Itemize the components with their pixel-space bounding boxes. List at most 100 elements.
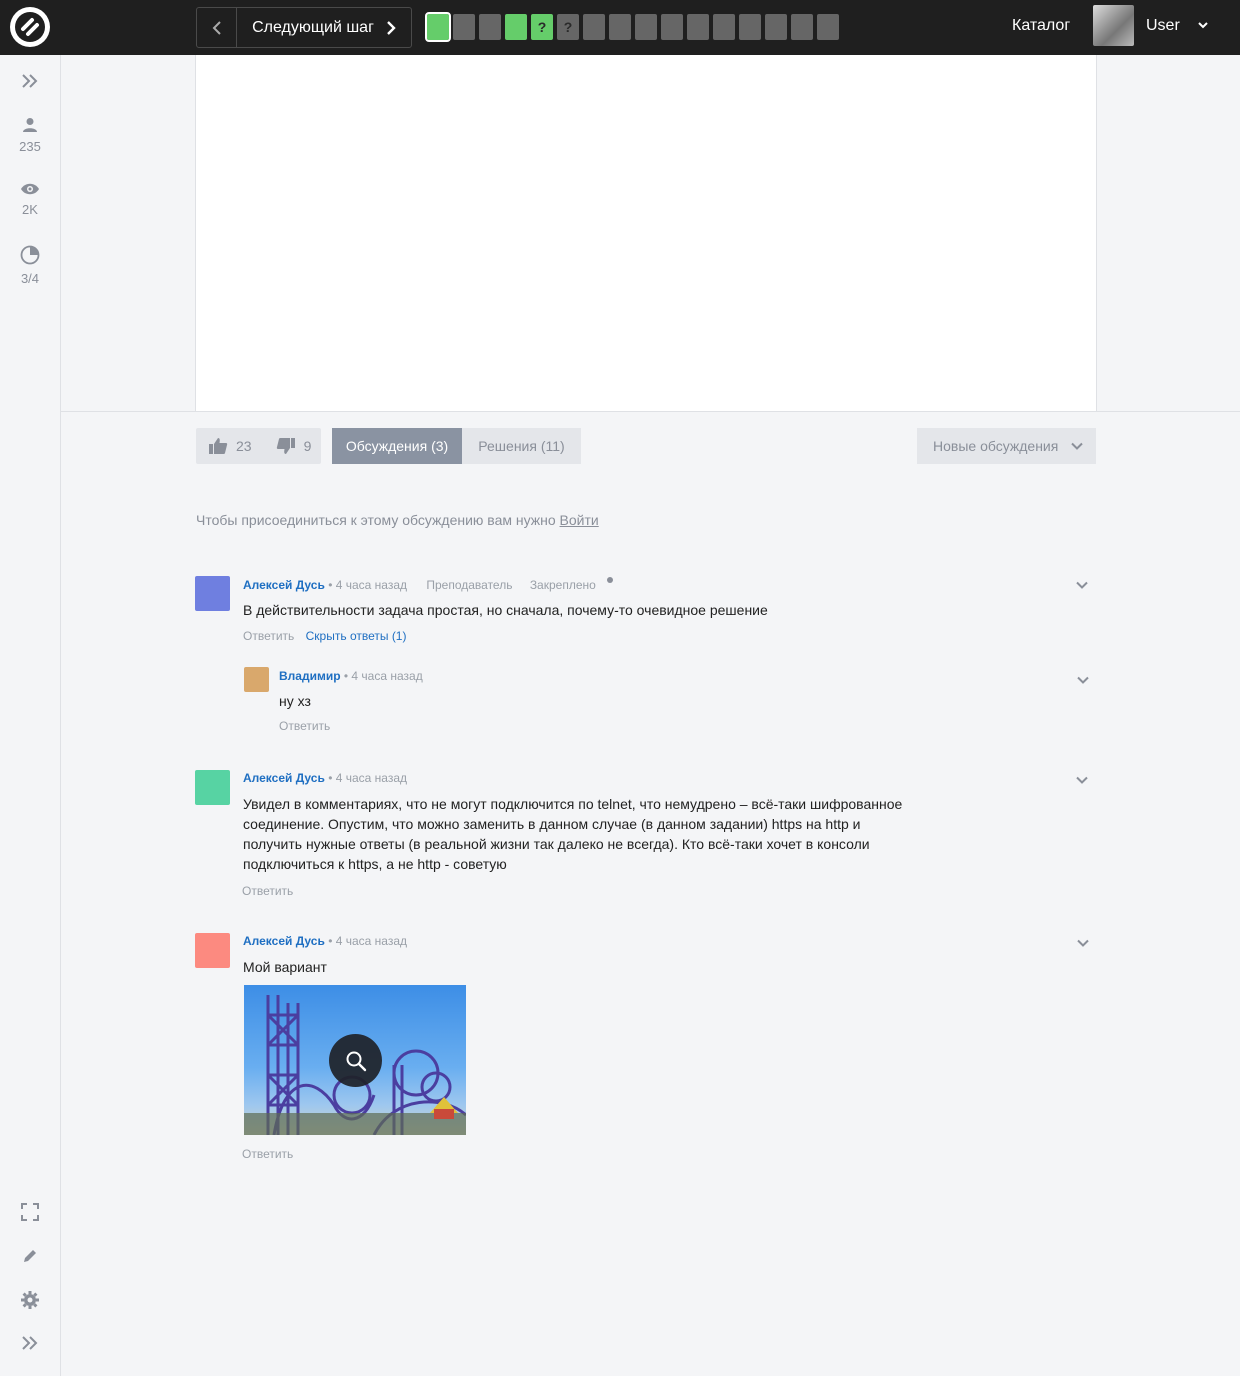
comment-text: Увидел в комментариях, что не могут подк… [243,794,902,874]
next-step-button[interactable]: Следующий шаг [237,8,411,47]
step-progress-bar: ?? [425,12,839,42]
fullscreen-button[interactable] [0,1202,60,1222]
step-indicator[interactable] [817,14,839,40]
tab-discussions[interactable]: Обсуждения (3) [332,428,462,464]
step-indicator[interactable] [609,14,631,40]
comment-menu-button[interactable] [1075,935,1091,956]
double-chevron-right-icon [22,74,38,88]
learners-stat: 235 [0,117,60,154]
step-indicator[interactable] [583,14,605,40]
reply-link[interactable]: Ответить [242,884,293,898]
tab-solutions[interactable]: Решения (11) [462,428,581,464]
reply-link[interactable]: Ответить [242,1147,293,1161]
chevron-down-icon[interactable] [1196,18,1210,37]
chevron-down-icon [1076,581,1088,589]
progress-count: 3/4 [20,271,40,286]
step-indicator[interactable] [765,14,787,40]
comment-menu-button[interactable] [1074,772,1090,793]
likes-count: 23 [236,438,252,454]
comment-author[interactable]: Алексей Дусь [243,771,325,785]
step-indicator[interactable] [479,14,501,40]
eye-icon [21,183,39,195]
chevron-down-icon [1077,676,1089,684]
comment-line: подключиться к https, а не http - совету… [243,856,507,872]
step-indicator[interactable] [739,14,761,40]
comment-author[interactable]: Алексей Дусь [243,578,325,592]
like-button[interactable]: 23 [208,437,252,455]
step-indicator[interactable]: ? [531,14,553,40]
avatar[interactable] [244,667,269,692]
comment-header: Алексей Дусь • 4 часа назад Преподавател… [243,577,614,592]
fullscreen-icon [21,1203,39,1221]
vote-panel: 23 9 [196,428,321,464]
reply-link[interactable]: Ответить [243,629,294,643]
avatar[interactable] [195,770,230,805]
comment-author[interactable]: Владимир [279,669,341,683]
user-avatar[interactable] [1093,5,1134,46]
reply-link[interactable]: Ответить [279,719,330,733]
thumbs-down-icon [276,438,295,454]
avatar[interactable] [195,576,230,611]
dislikes-count: 9 [303,438,312,454]
step-indicator[interactable] [661,14,683,40]
step-indicator[interactable] [453,14,475,40]
step-indicator[interactable]: ? [557,14,579,40]
settings-button[interactable] [0,1290,60,1310]
expand-sidebar-button[interactable] [0,73,60,89]
step-navigation: Следующий шаг [196,7,412,48]
sort-dropdown-value: Новые обсуждения [933,438,1059,454]
chevron-down-icon [1071,442,1084,450]
comment-time: • 4 часа назад [328,771,408,785]
gear-icon [21,1291,39,1309]
comment-line: Увидел в комментариях, что не могут подк… [243,796,903,812]
step-indicator[interactable] [687,14,709,40]
attached-image[interactable] [244,985,466,1135]
chevron-left-icon [212,20,221,35]
comment-menu-button[interactable] [1074,577,1090,598]
step-indicator[interactable] [713,14,735,40]
user-icon [23,118,37,132]
logo-icon[interactable] [10,7,50,47]
previous-step-button[interactable] [197,8,237,47]
views-count: 2K [22,202,38,217]
comment-text: Мой вариант [243,959,327,975]
step-indicator[interactable] [635,14,657,40]
comment-header: Алексей Дусь • 4 часа назад [243,934,407,948]
comment-text: В действительности задача простая, но сн… [243,602,768,618]
double-chevron-right-icon [22,1336,38,1350]
pie-progress-icon [20,245,40,265]
top-bar: Следующий шаг ?? Каталог User [0,0,1240,55]
comment-time: • 4 часа назад [328,934,408,948]
sort-dropdown[interactable]: Новые обсуждения [917,428,1096,464]
comment-author[interactable]: Алексей Дусь [243,934,325,948]
search-icon [346,1051,366,1071]
hide-replies-link[interactable]: Скрыть ответы (1) [306,629,407,643]
collapse-panel-button[interactable] [0,1335,60,1351]
step-indicator[interactable] [505,14,527,40]
catalog-link[interactable]: Каталог [1012,17,1070,35]
login-link[interactable]: Войти [560,512,599,528]
progress-stat: 3/4 [0,245,60,286]
views-stat: 2K [0,182,60,217]
edit-button[interactable] [0,1247,60,1265]
comment-line: получить нужные ответы (в реальной жизни… [243,836,870,852]
comment-header: Владимир • 4 часа назад [279,669,423,683]
dislike-button[interactable]: 9 [276,437,312,455]
step-indicator[interactable] [791,14,813,40]
comment-menu-button[interactable] [1075,672,1091,693]
role-badge: Преподаватель [426,578,513,592]
chevron-right-icon [387,20,396,35]
username[interactable]: User [1146,17,1180,35]
avatar[interactable] [195,933,230,968]
comment-time: • 4 часа назад [343,669,423,683]
thumbs-up-icon [209,438,228,454]
comment-actions: Ответить Скрыть ответы (1) [243,629,406,643]
left-sidebar: 235 2K 3/4 [0,55,61,1376]
chevron-down-icon [1076,776,1088,784]
comment-text: ну хз [279,693,311,709]
pencil-icon [24,1250,36,1262]
step-indicator[interactable] [425,12,451,42]
zoom-image-button[interactable] [329,1034,382,1087]
chevron-down-icon [1077,939,1089,947]
join-text: Чтобы присоединиться к этому обсуждению … [196,512,556,528]
